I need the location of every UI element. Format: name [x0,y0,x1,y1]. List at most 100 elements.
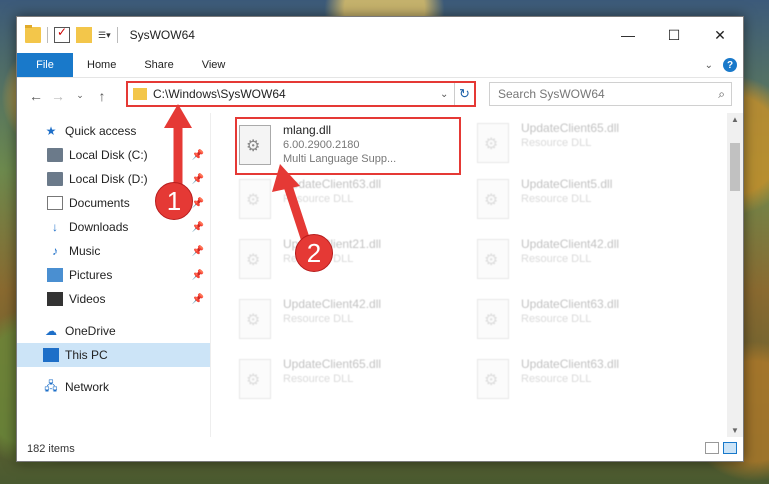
pin-icon[interactable]: 📌 [192,294,204,305]
file-item[interactable]: UpdateClient42.dll Resource DLL [477,235,703,289]
tiles-view-icon[interactable] [723,442,737,454]
new-folder-icon[interactable] [76,27,92,43]
toolbar-divider [116,27,118,43]
ribbon-tabs: File Home Share View ⌄ ? [17,53,743,77]
scroll-up-icon[interactable]: ▲ [727,115,743,124]
sidebar-item-label: Network [65,380,110,394]
file-item[interactable]: UpdateClient63.dll Resource DLL [239,175,465,229]
item-count: 182 items [27,443,75,455]
gear-file-icon [239,179,271,219]
sidebar-item-onedrive[interactable]: ☁ OneDrive [17,319,210,343]
file-name: UpdateClient65.dll [283,357,382,371]
vertical-scrollbar[interactable]: ▲ ▼ [727,113,743,437]
cloud-icon: ☁ [45,324,57,338]
gear-file-icon [477,299,509,339]
step-badge-2: 2 [295,234,333,272]
close-button[interactable]: ✕ [697,17,743,53]
title-bar: ☰▾ SysWOW64 — ☐ ✕ [17,17,743,53]
file-description: Resource DLL [521,193,592,205]
back-icon[interactable]: ← [25,88,47,104]
pin-icon[interactable]: 📌 [192,222,204,233]
sidebar-item-quick-access[interactable]: ★ Quick access [17,119,210,143]
pictures-icon [47,268,63,282]
navigation-pane: ★ Quick access Local Disk (C:) 📌 Local D… [17,113,211,437]
drive-icon [47,148,63,162]
file-item[interactable]: UpdateClient65.dll Resource DLL [239,355,465,409]
navigation-row: ← → ⌄ ↑ C:\Windows\SysWOW64 ⌄ ↻ Search S… [17,77,743,113]
file-item[interactable]: UpdateClient63.dll Resource DLL [477,295,703,349]
details-view-icon[interactable] [705,442,719,454]
folder-icon [133,88,147,100]
help-icon[interactable]: ? [723,58,737,72]
chevron-down-icon[interactable]: ⌄ [440,89,454,100]
sidebar-item-label: Local Disk (D:) [69,172,148,186]
gear-file-icon [477,239,509,279]
sidebar-item-label: Pictures [69,268,113,282]
recent-locations-icon[interactable]: ⌄ [69,90,91,101]
file-item[interactable]: UpdateClient42.dll Resource DLL [239,295,465,349]
file-description: Resource DLL [521,313,592,325]
quick-access-toolbar: ☰▾ SysWOW64 [17,17,195,53]
scroll-down-icon[interactable]: ▼ [727,426,743,435]
scroll-thumb[interactable] [730,143,740,191]
explorer-window: ☰▾ SysWOW64 — ☐ ✕ File Home Share View ⌄… [16,16,744,462]
sidebar-item-local-disk-c[interactable]: Local Disk (C:) 📌 [17,143,210,167]
pin-icon[interactable]: 📌 [192,174,204,185]
tab-home[interactable]: Home [73,53,130,77]
properties-icon[interactable] [54,25,70,43]
file-name: UpdateClient5.dll [521,177,613,191]
file-item[interactable]: UpdateClient65.dll Resource DLL [477,119,703,173]
file-name: UpdateClient65.dll [521,121,620,135]
folder-icon [25,25,41,43]
videos-icon [47,292,63,306]
sidebar-item-this-pc[interactable]: This PC [17,343,210,367]
file-item[interactable]: UpdateClient5.dll Resource DLL [477,175,703,229]
file-item[interactable]: UpdateClient63.dll Resource DLL [477,355,703,409]
file-description: Resource DLL [283,373,354,385]
sidebar-item-music[interactable]: ♪ Music 📌 [17,239,210,263]
sidebar-item-label: This PC [65,348,108,362]
pin-icon[interactable]: 📌 [192,246,204,257]
sidebar-item-label: Music [69,244,101,258]
file-description: Resource DLL [521,253,592,265]
pin-icon[interactable]: 📌 [192,198,204,209]
star-icon: ★ [45,124,57,138]
window-controls: — ☐ ✕ [605,17,743,53]
address-path[interactable]: C:\Windows\SysWOW64 [153,87,440,101]
sidebar-item-label: OneDrive [65,324,116,338]
up-icon[interactable]: ↑ [91,88,113,104]
gear-file-icon [239,239,271,279]
view-buttons [705,442,737,454]
gear-file-icon [239,359,271,399]
toolbar-divider [47,27,48,43]
sidebar-item-label: Downloads [69,220,129,234]
file-description: Resource DLL [283,193,354,205]
pin-icon[interactable]: 📌 [192,270,204,281]
tab-share[interactable]: Share [130,53,187,77]
tab-view[interactable]: View [188,53,240,77]
computer-icon [43,348,59,362]
search-placeholder: Search SysWOW64 [498,87,605,101]
gear-file-icon [477,123,509,163]
sidebar-item-videos[interactable]: Videos 📌 [17,287,210,311]
expand-ribbon-icon[interactable]: ⌄ [705,60,713,71]
forward-icon[interactable]: → [47,88,69,104]
file-description: Resource DLL [283,313,354,325]
minimize-button[interactable]: — [605,17,651,53]
refresh-icon[interactable]: ↻ [454,83,474,105]
sidebar-item-pictures[interactable]: Pictures 📌 [17,263,210,287]
customize-toolbar-icon[interactable]: ☰▾ [98,30,111,41]
gear-file-icon [239,299,271,339]
tab-file[interactable]: File [17,53,73,77]
search-input[interactable]: Search SysWOW64 ⌕ [489,82,732,106]
maximize-button[interactable]: ☐ [651,17,697,53]
sidebar-item-network[interactable]: 🖧 Network [17,375,210,399]
file-item[interactable]: UpdateClient21.dllResource DLL [239,235,465,289]
pin-icon[interactable]: 📌 [192,150,204,161]
sidebar-item-label: Quick access [65,124,137,138]
file-name: UpdateClient63.dll [283,177,382,191]
file-name: UpdateClient63.dll [521,357,620,371]
ribbon-right: ⌄ ? [705,53,737,77]
gear-file-icon [477,179,509,219]
address-bar[interactable]: C:\Windows\SysWOW64 ⌄ ↻ [126,81,476,107]
